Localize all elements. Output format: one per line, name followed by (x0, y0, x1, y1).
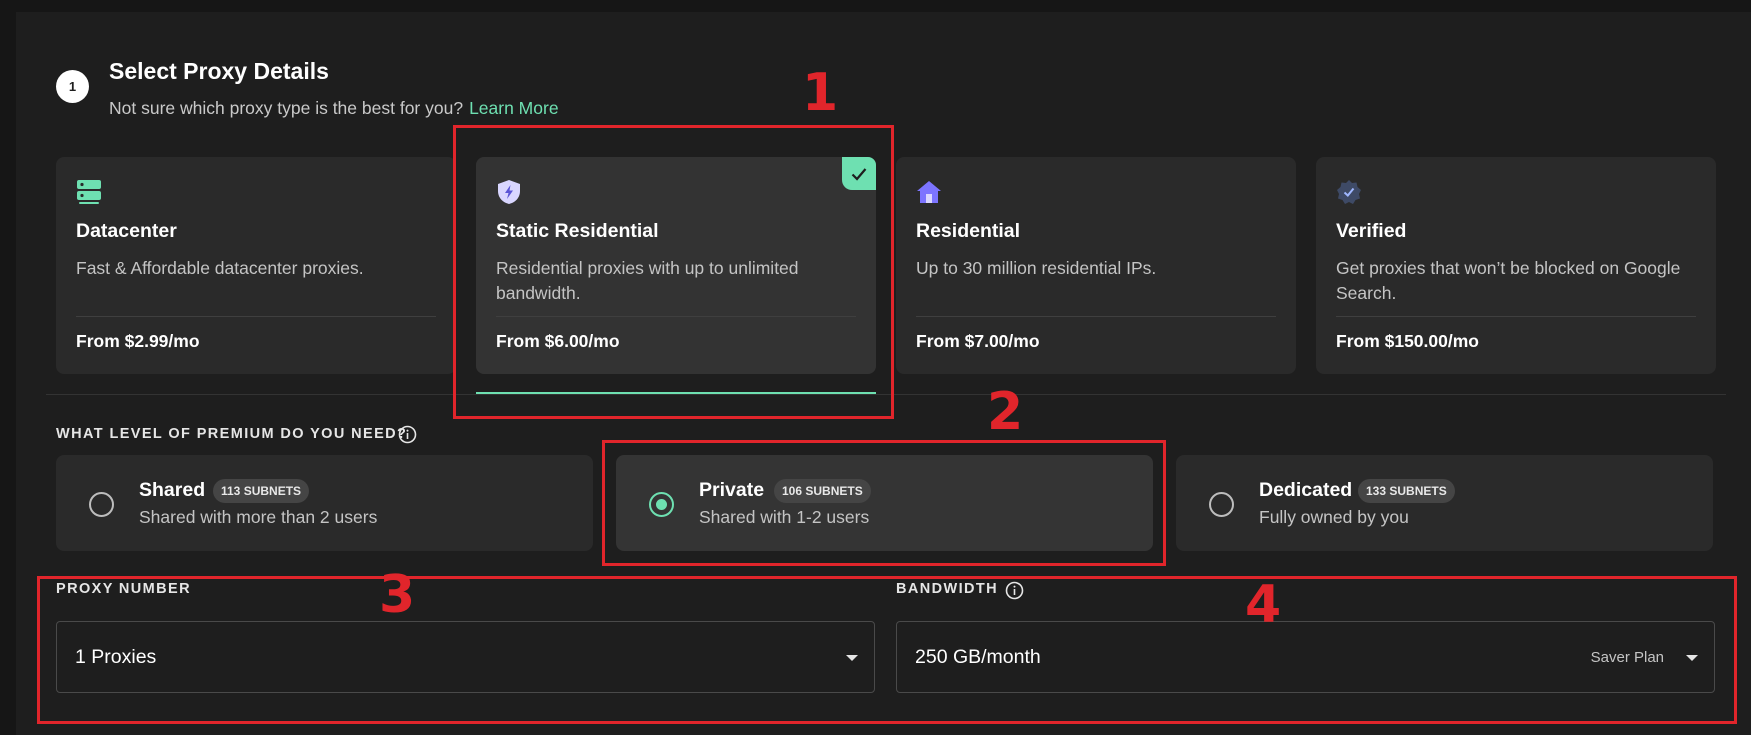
card-price: From $150.00/mo (1336, 331, 1479, 351)
annotation-number-4: 4 (1245, 575, 1282, 635)
card-divider (76, 316, 436, 317)
card-divider (1336, 316, 1696, 317)
card-price: From $2.99/mo (76, 331, 200, 351)
proxy-type-card-datacenter[interactable]: Datacenter Fast & Affordable datacenter … (56, 157, 456, 374)
proxy-type-card-residential[interactable]: Residential Up to 30 million residential… (896, 157, 1296, 374)
premium-level-label: WHAT LEVEL OF PREMIUM DO YOU NEED? (56, 426, 408, 442)
learn-more-link[interactable]: Learn More (469, 98, 559, 118)
tier-description: Shared with more than 2 users (139, 507, 378, 527)
house-icon (917, 181, 941, 203)
verified-badge-icon (1337, 180, 1361, 204)
card-description: Up to 30 million residential IPs. (916, 258, 1157, 278)
step-number: 1 (56, 70, 89, 103)
annotation-number-3: 3 (379, 565, 416, 625)
annotation-box-2 (602, 440, 1166, 566)
page-title: Select Proxy Details (109, 58, 329, 84)
proxy-type-card-verified[interactable]: Verified Get proxies that won’t be block… (1316, 157, 1716, 374)
tier-name: Dedicated (1259, 479, 1353, 501)
card-description: Get proxies that won’t be blocked on Goo… (1336, 258, 1681, 303)
subtitle-text: Not sure which proxy type is the best fo… (109, 98, 464, 118)
premium-option-shared[interactable]: Shared 113 SUBNETS Shared with more than… (56, 455, 593, 551)
radio-button[interactable] (89, 492, 114, 517)
tier-description: Fully owned by you (1259, 507, 1409, 527)
annotation-number-1: 1 (802, 63, 839, 123)
card-name: Residential (916, 220, 1021, 242)
page-subtitle: Not sure which proxy type is the best fo… (109, 98, 559, 119)
server-icon (77, 180, 101, 204)
card-price: From $7.00/mo (916, 331, 1040, 351)
subnet-badge: 133 SUBNETS (1358, 479, 1455, 503)
annotation-box-1 (453, 125, 894, 419)
info-icon[interactable] (398, 425, 417, 444)
annotation-number-2: 2 (987, 382, 1024, 442)
premium-option-dedicated[interactable]: Dedicated 133 SUBNETS Fully owned by you (1176, 455, 1713, 551)
tier-name: Shared (139, 479, 206, 501)
card-name: Verified (1336, 220, 1407, 242)
card-description: Fast & Affordable datacenter proxies. (76, 258, 364, 278)
annotation-box-3-4 (37, 576, 1737, 724)
subnet-badge: 113 SUBNETS (213, 479, 310, 503)
card-divider (916, 316, 1276, 317)
card-name: Datacenter (76, 220, 177, 242)
radio-button[interactable] (1209, 492, 1234, 517)
